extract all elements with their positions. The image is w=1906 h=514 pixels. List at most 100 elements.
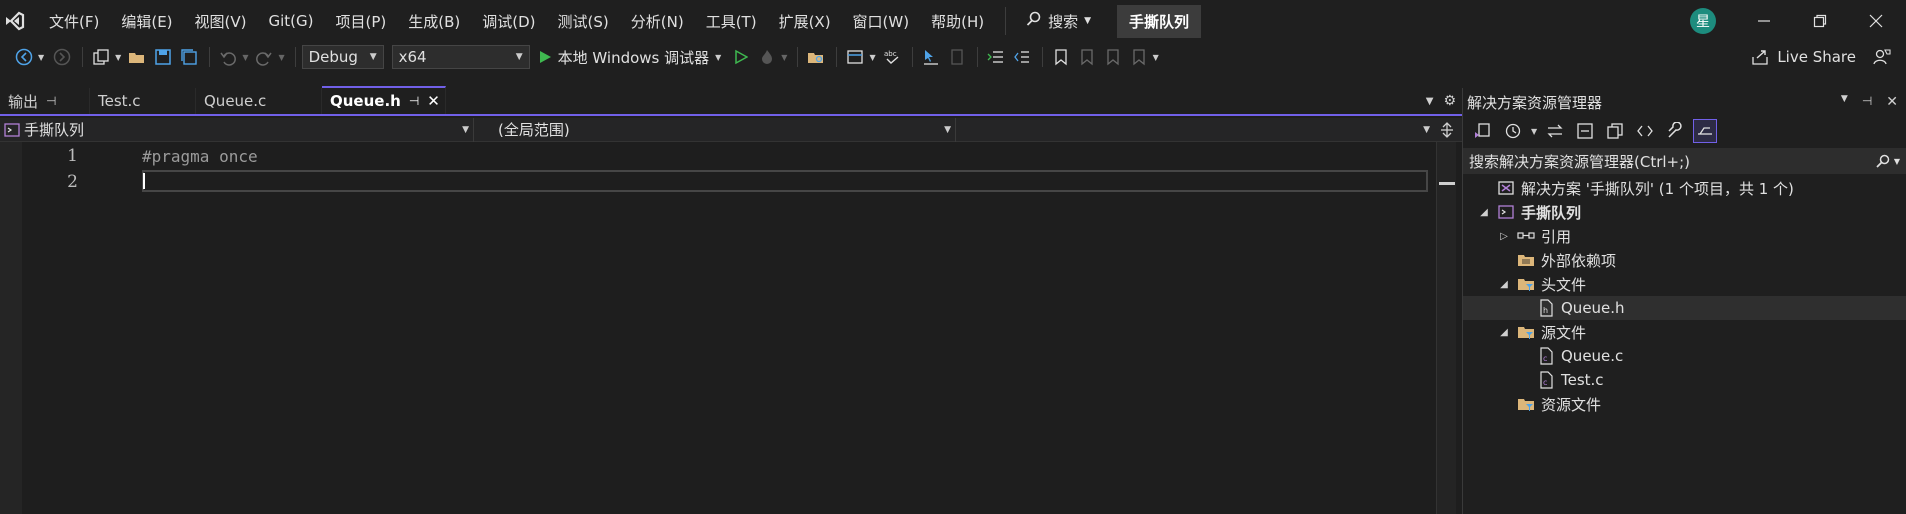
chevron-down-icon[interactable]: ▼: [1531, 127, 1537, 136]
search-button[interactable]: 搜索 ▼: [1016, 0, 1101, 42]
clear-bookmarks-button[interactable]: [1127, 45, 1151, 69]
sync-active-document-button[interactable]: [1543, 119, 1567, 143]
toggle-bookmark-button[interactable]: [1049, 45, 1073, 69]
indent-button[interactable]: [1010, 45, 1034, 69]
open-file-button[interactable]: [125, 45, 149, 69]
browse-folder-button[interactable]: [804, 45, 828, 69]
comment-button[interactable]: [945, 45, 969, 69]
tab-queue-c[interactable]: Queue.c: [196, 88, 322, 114]
tree-item[interactable]: c Queue.c: [1463, 344, 1906, 368]
chevron-down-icon[interactable]: ▼: [38, 53, 44, 62]
menu-tools[interactable]: 工具(T): [695, 0, 768, 42]
chevron-down-icon[interactable]: ▼: [115, 53, 121, 62]
menu-test[interactable]: 测试(S): [547, 0, 620, 42]
chevron-down-icon[interactable]: ▼: [869, 53, 875, 62]
tree-item[interactable]: ◢ 手撕队列: [1463, 200, 1906, 224]
menu-analyze[interactable]: 分析(N): [620, 0, 695, 42]
current-line-highlight[interactable]: [142, 170, 1428, 192]
menu-edit[interactable]: 编辑(E): [110, 0, 183, 42]
live-share-button[interactable]: Live Share: [1751, 42, 1856, 72]
split-window-button[interactable]: [1434, 121, 1460, 138]
chevron-down-icon[interactable]: ▼: [1894, 157, 1900, 166]
next-bookmark-button[interactable]: [1101, 45, 1125, 69]
menu-view[interactable]: 视图(V): [184, 0, 258, 42]
collapse-arrow-icon[interactable]: ◢: [1497, 327, 1511, 338]
tab-queue-h[interactable]: Queue.h ⊣ ✕: [322, 86, 446, 114]
pin-icon[interactable]: ⊣: [1862, 94, 1872, 110]
preview-selected-items-button[interactable]: [1693, 119, 1718, 143]
menu-file[interactable]: 文件(F): [38, 0, 110, 42]
hot-reload-button[interactable]: [755, 45, 779, 69]
view-code-button[interactable]: [1633, 119, 1657, 143]
menu-help[interactable]: 帮助(H): [920, 0, 995, 42]
tree-item[interactable]: 解决方案 '手撕队列' (1 个项目，共 1 个): [1463, 176, 1906, 200]
collapse-arrow-icon[interactable]: ◢: [1477, 207, 1491, 218]
avatar[interactable]: 星: [1690, 8, 1716, 34]
tree-item[interactable]: c Test.c: [1463, 368, 1906, 392]
global-scope-dropdown[interactable]: (全局范围) ▼: [474, 117, 956, 142]
chevron-down-icon[interactable]: ▼: [781, 53, 787, 62]
show-all-files-button[interactable]: [1603, 119, 1627, 143]
pin-icon[interactable]: ⊣: [409, 94, 419, 108]
filter-folder-icon: [1517, 275, 1535, 293]
tree-item[interactable]: 资源文件: [1463, 392, 1906, 416]
chevron-down-icon[interactable]: ▼: [1153, 53, 1159, 62]
scrollbar-thumb[interactable]: [1439, 182, 1455, 185]
expand-arrow-icon[interactable]: ▷: [1497, 231, 1511, 242]
properties-button[interactable]: [1663, 119, 1687, 143]
tab-overflow-chevron-icon[interactable]: ▼: [1426, 96, 1434, 107]
switch-views-button[interactable]: [1471, 119, 1495, 143]
close-panel-icon[interactable]: ✕: [1886, 94, 1898, 110]
navigate-forward-button[interactable]: [50, 45, 74, 69]
tree-item[interactable]: ▷ 引用: [1463, 224, 1906, 248]
solution-platform-select[interactable]: x64 ▼: [391, 45, 530, 69]
chevron-down-icon[interactable]: ▼: [242, 53, 248, 62]
settings-gear-icon[interactable]: ⚙: [1443, 93, 1456, 109]
tree-item[interactable]: ◢ 源文件: [1463, 320, 1906, 344]
project-scope-dropdown[interactable]: 手撕队列 ▼: [0, 117, 474, 142]
solution-explorer-search[interactable]: 搜索解决方案资源管理器(Ctrl+;) ▼: [1463, 148, 1906, 174]
menu-extensions[interactable]: 扩展(X): [768, 0, 842, 42]
restore-button[interactable]: [1792, 0, 1848, 42]
collapse-all-button[interactable]: [1573, 119, 1597, 143]
outdent-button[interactable]: [984, 45, 1008, 69]
pending-changes-filter-button[interactable]: [1501, 119, 1525, 143]
solution-configuration-select[interactable]: Debug ▼: [301, 45, 384, 69]
member-dropdown[interactable]: ▼: [956, 118, 1434, 142]
save-button[interactable]: [151, 45, 175, 69]
new-project-button[interactable]: [89, 45, 113, 69]
chevron-down-icon[interactable]: ▼: [1841, 94, 1848, 110]
tab-test-c[interactable]: Test.c: [90, 88, 196, 114]
pin-icon[interactable]: ⊣: [46, 94, 56, 108]
redo-button[interactable]: [252, 45, 276, 69]
close-window-button[interactable]: [1848, 0, 1904, 42]
tree-item-label: 外部依赖项: [1541, 251, 1617, 270]
preview-icon: [1698, 127, 1713, 135]
spell-check-button[interactable]: abc: [880, 45, 904, 69]
tree-item[interactable]: 外部依赖项: [1463, 248, 1906, 272]
tree-item[interactable]: ◢ 头文件: [1463, 272, 1906, 296]
previous-bookmark-button[interactable]: [1075, 45, 1099, 69]
code-line[interactable]: #pragma once: [142, 147, 258, 166]
feedback-button[interactable]: [1870, 45, 1894, 69]
menu-debug[interactable]: 调试(D): [471, 0, 546, 42]
tab-output[interactable]: 输出 ⊣: [0, 88, 90, 114]
menu-window[interactable]: 窗口(W): [842, 0, 921, 42]
select-element-button[interactable]: [919, 45, 943, 69]
chevron-down-icon[interactable]: ▼: [278, 53, 284, 62]
undo-button[interactable]: [216, 45, 240, 69]
close-tab-icon[interactable]: ✕: [427, 92, 440, 110]
navigate-back-button[interactable]: [12, 45, 36, 69]
window-layout-button[interactable]: [843, 45, 867, 69]
code-editor[interactable]: 1 2 #pragma once: [0, 142, 1462, 514]
menu-build[interactable]: 生成(B): [397, 0, 471, 42]
start-debugging-button[interactable]: 本地 Windows 调试器 ▼: [538, 47, 721, 68]
start-without-debugging-button[interactable]: [729, 45, 753, 69]
collapse-arrow-icon[interactable]: ◢: [1497, 279, 1511, 290]
tree-item[interactable]: h Queue.h: [1463, 296, 1906, 320]
menu-project[interactable]: 项目(P): [325, 0, 398, 42]
menu-git[interactable]: Git(G): [258, 0, 325, 42]
save-all-button[interactable]: [177, 45, 201, 69]
vertical-scrollbar[interactable]: [1436, 142, 1456, 514]
minimize-button[interactable]: [1736, 0, 1792, 42]
